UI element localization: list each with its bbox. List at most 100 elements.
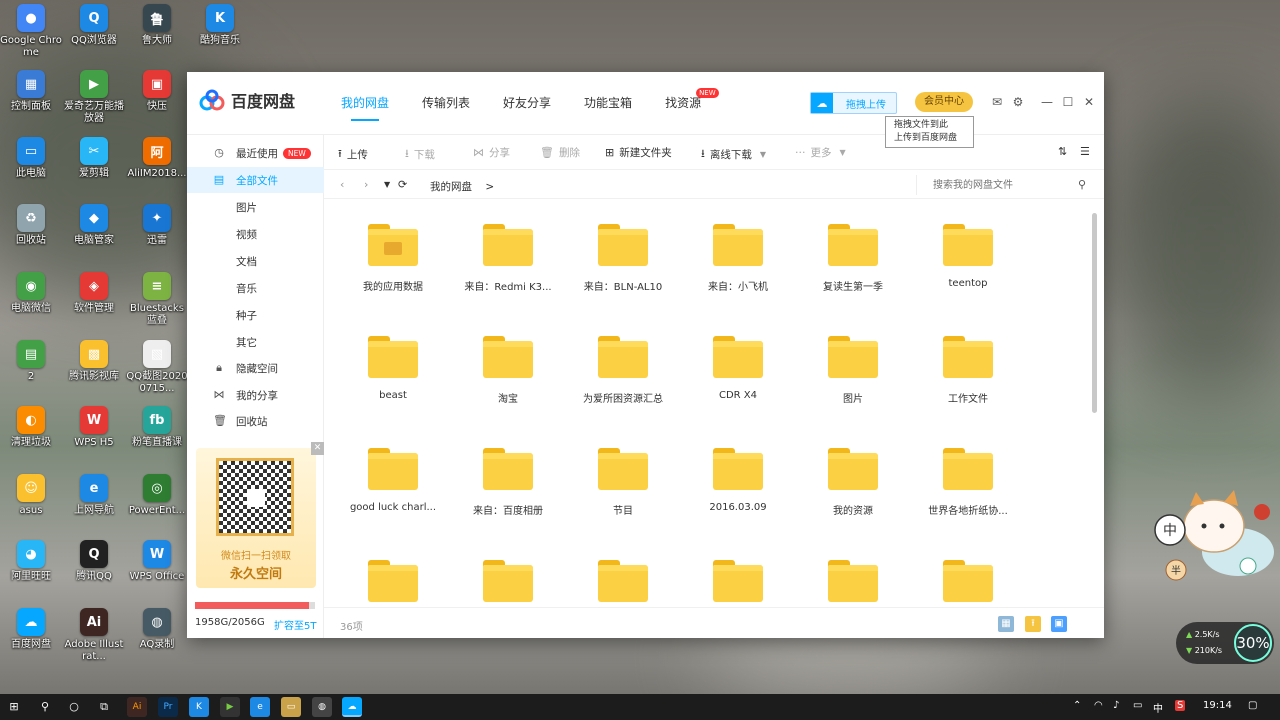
illustrator-taskbar-icon[interactable]: Ai — [127, 697, 147, 717]
desktop-icon[interactable]: Q 腾讯QQ — [63, 540, 125, 583]
sidebar-item-documents[interactable]: 文档 — [187, 248, 324, 274]
folder-item[interactable]: 来自：BLN-AL10 — [568, 224, 678, 293]
folder-item[interactable]: 节目 — [568, 448, 678, 517]
folder-item[interactable]: teentop — [913, 224, 1023, 289]
folder-item[interactable]: beast — [338, 336, 448, 401]
expand-storage-link[interactable]: 扩容至5T — [274, 617, 316, 632]
desktop-icon[interactable]: Q QQ浏览器 — [63, 4, 125, 47]
sidebar-item-all-files[interactable]: ▤ 全部文件 — [187, 167, 324, 193]
tab-friend-share[interactable]: 好友分享 — [503, 94, 551, 121]
offline-download-button[interactable]: ⭳ 离线下载 ▼ — [701, 145, 766, 164]
maximize-icon[interactable]: ☐ — [1060, 94, 1076, 110]
task-view-icon[interactable]: ⧉ — [96, 699, 112, 715]
folder-item[interactable] — [453, 560, 563, 605]
file-explorer-taskbar-icon[interactable]: ▭ — [281, 697, 301, 717]
sogou-icon[interactable]: S — [1175, 700, 1186, 711]
desktop-icon[interactable]: ◆ 电脑管家 — [63, 204, 125, 247]
mail-icon[interactable]: ✉ — [989, 94, 1005, 110]
browser-taskbar-icon[interactable]: e — [250, 697, 270, 717]
search-input[interactable] — [917, 175, 1057, 195]
app-taskbar-icon[interactable]: ◍ — [312, 697, 332, 717]
network-speed-widget[interactable]: ▲ 2.5K/s ▼ 210K/s 30% — [1176, 622, 1274, 664]
desktop-icon[interactable]: ▣ 快压 — [126, 70, 188, 113]
list-view-button[interactable]: ☰ — [1080, 145, 1095, 158]
desktop-icon[interactable]: fb 粉笔直播课 — [126, 406, 188, 449]
desktop-icon[interactable]: K 酷狗音乐 — [189, 4, 251, 47]
folder-item[interactable] — [798, 560, 908, 605]
desktop-icon[interactable]: ✦ 迅雷 — [126, 204, 188, 247]
desktop-icon[interactable]: ▶ 爱奇艺万能播放器 — [63, 70, 125, 125]
new-folder-button[interactable]: ⊞ 新建文件夹 — [605, 145, 672, 160]
folder-item[interactable]: 来自：百度相册 — [453, 448, 563, 517]
minimize-icon[interactable]: — — [1039, 94, 1055, 110]
notification-icon[interactable]: ▢ — [1248, 700, 1257, 711]
desktop-icon[interactable]: ≡ Bluestacks蓝叠 — [126, 272, 188, 327]
desktop-icon[interactable]: W WPS H5 — [63, 406, 125, 449]
input-method-indicator[interactable]: 中 — [1153, 700, 1163, 715]
clock[interactable]: 19:14 — [1203, 700, 1232, 711]
tab-toolbox[interactable]: 功能宝箱 — [584, 94, 632, 121]
cortana-icon[interactable]: ○ — [66, 699, 82, 715]
sidebar-item-torrents[interactable]: 种子 — [187, 302, 324, 328]
media-player-taskbar-icon[interactable]: ▶ — [220, 697, 240, 717]
sidebar-item-hidden-space[interactable]: 🔒︎ 隐藏空间 — [187, 355, 324, 381]
more-button[interactable]: ··· 更多 ▼ — [795, 145, 846, 160]
desktop-icon[interactable]: ✂ 爱剪辑 — [63, 137, 125, 180]
folder-item[interactable] — [913, 560, 1023, 605]
sidebar-item-recycle-bin[interactable]: 🗑︎ 回收站 — [187, 408, 324, 434]
battery-icon[interactable]: ▭ — [1133, 700, 1142, 711]
desktop-icon[interactable]: 阿 AliIM2018... — [126, 137, 188, 180]
desktop-icon[interactable]: ◈ 软件管理 — [63, 272, 125, 315]
folder-item[interactable]: 淘宝 — [453, 336, 563, 405]
breadcrumb-item[interactable]: 我的网盘 — [430, 181, 472, 193]
desktop-icon[interactable]: ▧ QQ截图20200715... — [126, 340, 188, 395]
refresh-icon[interactable]: ⟳ — [398, 178, 407, 191]
sidebar-item-videos[interactable]: 视频 — [187, 221, 324, 247]
sidebar-item-recent[interactable]: ◷ 最近使用 NEW — [187, 140, 324, 166]
windows-start-icon[interactable]: ⊞ — [6, 699, 22, 715]
folder-item[interactable]: good luck charl... — [338, 448, 448, 513]
close-icon[interactable]: ✕ — [311, 442, 324, 455]
delete-button[interactable]: 🗑︎ 删除 — [540, 145, 580, 160]
desktop-icon[interactable]: ▭ 此电脑 — [0, 137, 62, 180]
desktop-icon[interactable]: W WPS Office — [126, 540, 188, 583]
kugou-taskbar-icon[interactable]: K — [189, 697, 209, 717]
premiere-taskbar-icon[interactable]: Pr — [158, 697, 178, 717]
baidu-netdisk-taskbar-icon[interactable]: ☁ — [342, 697, 362, 717]
history-dropdown-icon[interactable]: ▼ — [384, 180, 390, 189]
folder-item[interactable]: 2016.03.09 — [683, 448, 793, 513]
desktop-icon[interactable]: ◐ 清理垃圾 — [0, 406, 62, 449]
sidebar-item-music[interactable]: 音乐 — [187, 275, 324, 301]
desktop-icon[interactable]: ● Google Chrome — [0, 4, 62, 59]
lock-icon[interactable]: ▣ — [1051, 616, 1067, 632]
desktop-icon[interactable]: ◉ 电脑微信 — [0, 272, 62, 315]
wechat-promo-card[interactable]: ✕ 微信扫一扫领取 永久空间 — [196, 442, 324, 588]
folder-item[interactable]: 我的资源 — [798, 448, 908, 517]
folder-item[interactable]: 来自：Redmi K3... — [453, 224, 563, 293]
desktop-icon[interactable]: ☺ asus — [0, 474, 62, 517]
folder-item[interactable]: 世界各地折纸协... — [913, 448, 1023, 517]
desktop-icon[interactable]: ▦ 控制面板 — [0, 70, 62, 113]
desktop-icon[interactable]: ◎ PowerEnt... — [126, 474, 188, 517]
desktop-icon[interactable]: Ai Adobe Illustrat... — [63, 608, 125, 663]
search-icon[interactable]: ⚲ — [37, 699, 53, 715]
scrollbar-thumb[interactable] — [1092, 213, 1097, 413]
folder-item[interactable] — [683, 560, 793, 605]
tab-transfer-list[interactable]: 传输列表 — [422, 94, 470, 121]
scrollbar[interactable] — [1091, 203, 1097, 601]
grid-view-icon[interactable]: ▦ — [998, 616, 1014, 632]
desktop-icon[interactable]: ♻ 回收站 — [0, 204, 62, 247]
folder-item[interactable]: 为爱所困资源汇总 — [568, 336, 678, 405]
cat-mascot-widget[interactable]: 中 半 — [1152, 490, 1274, 582]
desktop-icon[interactable]: ☁ 百度网盘 — [0, 608, 62, 651]
sort-button[interactable]: ⇅ — [1058, 145, 1072, 158]
folder-item[interactable] — [568, 560, 678, 605]
back-icon[interactable]: ‹ — [340, 178, 344, 191]
search-icon[interactable]: ⚲ — [1078, 178, 1086, 191]
folder-item[interactable]: 复读生第一季 — [798, 224, 908, 293]
upload-icon[interactable]: ⭱ — [1025, 616, 1041, 632]
desktop-icon[interactable]: 鲁鲁大师 — [126, 4, 188, 47]
sidebar-item-my-shares[interactable]: ⋈ 我的分享 — [187, 382, 324, 408]
sidebar-item-others[interactable]: 其它 — [187, 329, 324, 355]
vip-center-button[interactable]: 会员中心 — [915, 92, 973, 112]
